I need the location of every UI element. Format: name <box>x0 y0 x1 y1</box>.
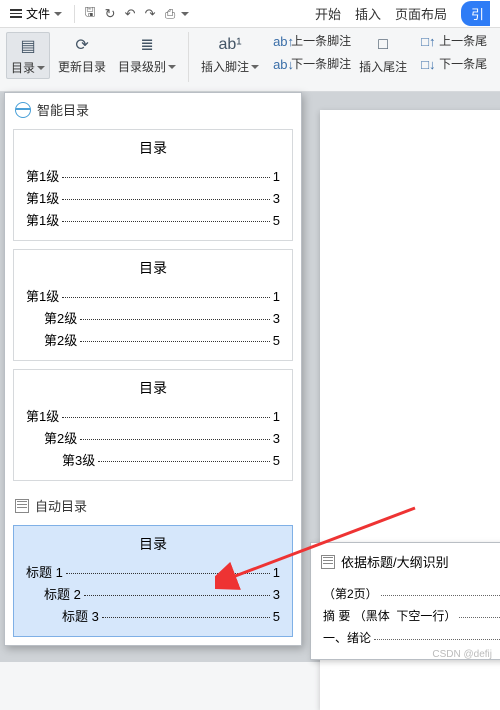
undo-icon[interactable]: ↶ <box>121 5 139 23</box>
insert-endnote-button[interactable]: □ 插入尾注 <box>355 32 411 77</box>
save-icon[interactable]: 🖫 <box>81 5 99 23</box>
auto-toc-header: 自动目录 <box>5 489 301 522</box>
preview-title: 目录 <box>26 378 280 398</box>
next-icon: □↓ <box>421 57 435 71</box>
refresh-icon[interactable]: ↻ <box>101 5 119 23</box>
chevron-down-icon <box>251 65 259 69</box>
tab-references[interactable]: 引 <box>461 1 490 26</box>
toc-preview-1[interactable]: 目录 第1级1 第1级3 第1级5 <box>13 129 293 241</box>
chevron-down-icon <box>54 12 62 16</box>
toc-preview-auto[interactable]: 目录 标题 11 标题 23 标题 35 <box>13 525 293 637</box>
endnote-nav: □↑上一条尾 □↓下一条尾 <box>421 32 487 72</box>
chevron-down-icon <box>37 66 45 70</box>
prev-endnote-button[interactable]: □↑上一条尾 <box>421 32 487 49</box>
toc-level-button[interactable]: ≣ 目录级别 <box>114 32 180 77</box>
toc-button[interactable]: ▤ 目录 <box>6 32 50 79</box>
file-menu[interactable]: 文件 <box>4 2 68 25</box>
endnote-icon: □ <box>372 34 394 56</box>
next-icon: ab↓ <box>273 57 287 71</box>
level-icon: ≣ <box>136 34 158 56</box>
footnote-nav: ab↑上一条脚注 ab↓下一条脚注 <box>273 32 351 72</box>
prev-icon: ab↑ <box>273 34 287 48</box>
next-footnote-button[interactable]: ab↓下一条脚注 <box>273 55 351 72</box>
toc-icon: ▤ <box>17 35 39 57</box>
preview-title: 目录 <box>26 258 280 278</box>
chevron-down-icon <box>181 12 189 16</box>
toc-label: 目录 <box>11 59 35 76</box>
footnote-label: 插入脚注 <box>201 58 249 75</box>
menubar: 文件 🖫 ↻ ↶ ↷ ⎙ 开始 插入 页面布局 引 <box>0 0 500 28</box>
toc-preview-3[interactable]: 目录 第1级1 第2级3 第3级5 <box>13 369 293 481</box>
level-label: 目录级别 <box>118 58 166 75</box>
preview-title: 目录 <box>26 138 280 158</box>
tab-insert[interactable]: 插入 <box>355 4 381 23</box>
update-toc-button[interactable]: ⟳ 更新目录 <box>54 32 110 77</box>
tab-start[interactable]: 开始 <box>315 4 341 23</box>
redo-icon[interactable]: ↷ <box>141 5 159 23</box>
divider <box>188 32 189 82</box>
endnote-label: 插入尾注 <box>359 58 407 75</box>
watermark: CSDN @defij <box>432 649 492 660</box>
print-icon[interactable]: ⎙ <box>161 5 179 23</box>
prev-icon: □↑ <box>421 34 435 48</box>
panel-body: （第2页） 摘 要 （黑体 下空一行） 一、绪论 <box>311 576 500 655</box>
chevron-down-icon <box>168 65 176 69</box>
footnote-icon: ab¹ <box>219 34 241 56</box>
panel-header[interactable]: 依据标题/大纲识别 <box>311 547 500 576</box>
next-endnote-button[interactable]: □↓下一条尾 <box>421 55 487 72</box>
prev-footnote-button[interactable]: ab↑上一条脚注 <box>273 32 351 49</box>
refresh-icon: ⟳ <box>71 34 93 56</box>
list-icon <box>15 499 29 513</box>
file-label: 文件 <box>26 5 50 22</box>
insert-footnote-button[interactable]: ab¹ 插入脚注 <box>197 32 263 77</box>
list-icon <box>321 555 335 569</box>
toc-preview-2[interactable]: 目录 第1级1 第2级3 第2级5 <box>13 249 293 361</box>
preview-title: 目录 <box>26 534 280 554</box>
ribbon-tabs: 开始 插入 页面布局 引 <box>315 0 496 27</box>
toolbar: ▤ 目录 ⟳ 更新目录 ≣ 目录级别 ab¹ 插入脚注 ab↑上一条脚注 ab↓… <box>0 28 500 92</box>
recognition-panel: 依据标题/大纲识别 （第2页） 摘 要 （黑体 下空一行） 一、绪论 <box>310 542 500 660</box>
update-label: 更新目录 <box>58 58 106 75</box>
tab-layout[interactable]: 页面布局 <box>395 4 447 23</box>
divider <box>74 5 75 23</box>
toc-dropdown: 智能目录 目录 第1级1 第1级3 第1级5 目录 第1级1 第2级3 第2级5… <box>4 92 302 646</box>
smart-toc-header: 智能目录 <box>5 93 301 126</box>
hamburger-icon <box>10 9 22 18</box>
smart-icon <box>15 102 31 118</box>
